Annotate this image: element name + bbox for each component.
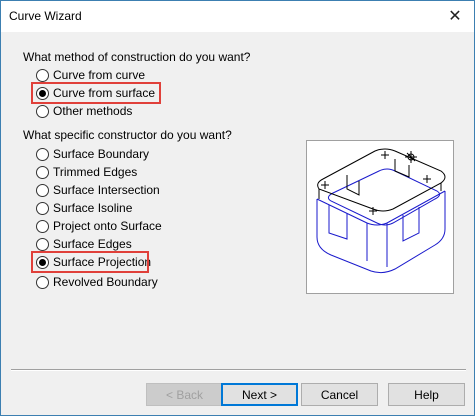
surface-projection-preview-icon xyxy=(306,140,454,294)
highlight-box-constructor xyxy=(31,251,149,273)
title-bar: Curve Wizard ✕ xyxy=(1,1,474,32)
radio-surface-boundary[interactable]: Surface Boundary xyxy=(36,145,149,163)
back-button[interactable]: < Back xyxy=(146,383,223,406)
radio-label: Trimmed Edges xyxy=(53,165,138,179)
radio-button[interactable] xyxy=(36,237,49,251)
help-button[interactable]: Help xyxy=(388,383,465,406)
radio-label: Surface Boundary xyxy=(53,147,150,161)
close-button[interactable]: ✕ xyxy=(440,1,470,31)
radio-label: Curve from curve xyxy=(53,68,146,82)
radio-label: Project onto Surface xyxy=(53,219,162,233)
radio-trimmed-edges[interactable]: Trimmed Edges xyxy=(36,163,137,181)
footer-separator xyxy=(11,369,466,371)
radio-project-onto-surface[interactable]: Project onto Surface xyxy=(36,217,162,235)
radio-label: Other methods xyxy=(53,104,133,118)
radio-button[interactable] xyxy=(36,219,49,233)
radio-label: Surface Intersection xyxy=(53,183,160,197)
close-icon: ✕ xyxy=(448,8,462,25)
radio-button[interactable] xyxy=(36,165,49,179)
radio-button[interactable] xyxy=(36,201,49,215)
radio-button[interactable] xyxy=(36,147,49,161)
next-button[interactable]: Next > xyxy=(221,383,298,406)
radio-surface-isoline[interactable]: Surface Isoline xyxy=(36,199,132,217)
curve-wizard-dialog: Curve Wizard ✕ What method of constructi… xyxy=(0,0,475,416)
radio-button[interactable] xyxy=(36,183,49,197)
radio-button[interactable] xyxy=(36,275,49,289)
radio-label: Surface Edges xyxy=(53,237,132,251)
radio-label: Revolved Boundary xyxy=(53,275,158,289)
radio-label: Surface Isoline xyxy=(53,201,133,215)
radio-other-methods[interactable]: Other methods xyxy=(36,102,132,120)
radio-surface-intersection[interactable]: Surface Intersection xyxy=(36,181,160,199)
radio-revolved-boundary[interactable]: Revolved Boundary xyxy=(36,273,158,291)
radio-button[interactable] xyxy=(36,68,49,82)
radio-button[interactable] xyxy=(36,104,49,118)
window-title: Curve Wizard xyxy=(9,9,82,23)
dialog-body: What method of construction do you want?… xyxy=(1,32,474,415)
method-question: What method of construction do you want? xyxy=(23,50,251,64)
cancel-button[interactable]: Cancel xyxy=(301,383,378,406)
highlight-box-method xyxy=(31,82,161,104)
preview-drawing xyxy=(316,148,446,274)
constructor-question: What specific constructor do you want? xyxy=(23,128,232,142)
